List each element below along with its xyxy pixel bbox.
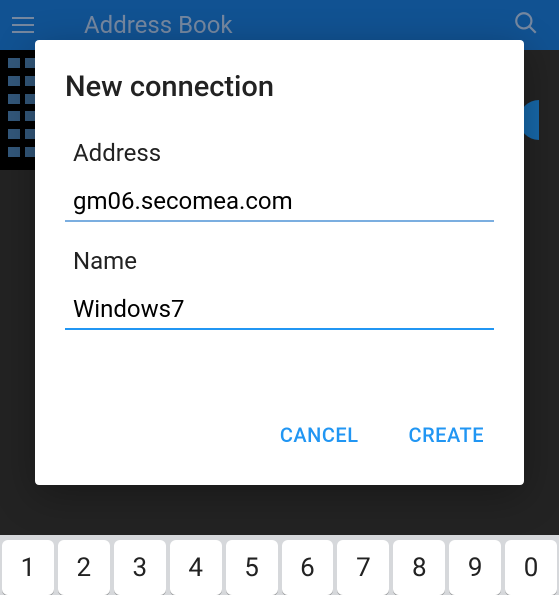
key-2[interactable]: 2 [58, 540, 110, 595]
cancel-button[interactable]: CANCEL [270, 415, 369, 455]
numeric-keyboard: 1 2 3 4 5 6 7 8 9 0 [0, 535, 559, 595]
dialog-title: New connection [65, 70, 494, 104]
new-connection-dialog: New connection Address Name CANCEL CREAT… [35, 40, 524, 485]
create-button[interactable]: CREATE [399, 415, 494, 455]
name-label: Name [73, 247, 494, 275]
name-input[interactable] [65, 290, 494, 330]
key-6[interactable]: 6 [282, 540, 334, 595]
address-label: Address [73, 139, 494, 167]
key-3[interactable]: 3 [114, 540, 166, 595]
address-input[interactable] [65, 182, 494, 222]
key-1[interactable]: 1 [2, 540, 54, 595]
key-0[interactable]: 0 [505, 540, 557, 595]
key-8[interactable]: 8 [393, 540, 445, 595]
key-7[interactable]: 7 [337, 540, 389, 595]
key-9[interactable]: 9 [449, 540, 501, 595]
key-4[interactable]: 4 [170, 540, 222, 595]
key-5[interactable]: 5 [226, 540, 278, 595]
dialog-actions: CANCEL CREATE [65, 415, 494, 455]
